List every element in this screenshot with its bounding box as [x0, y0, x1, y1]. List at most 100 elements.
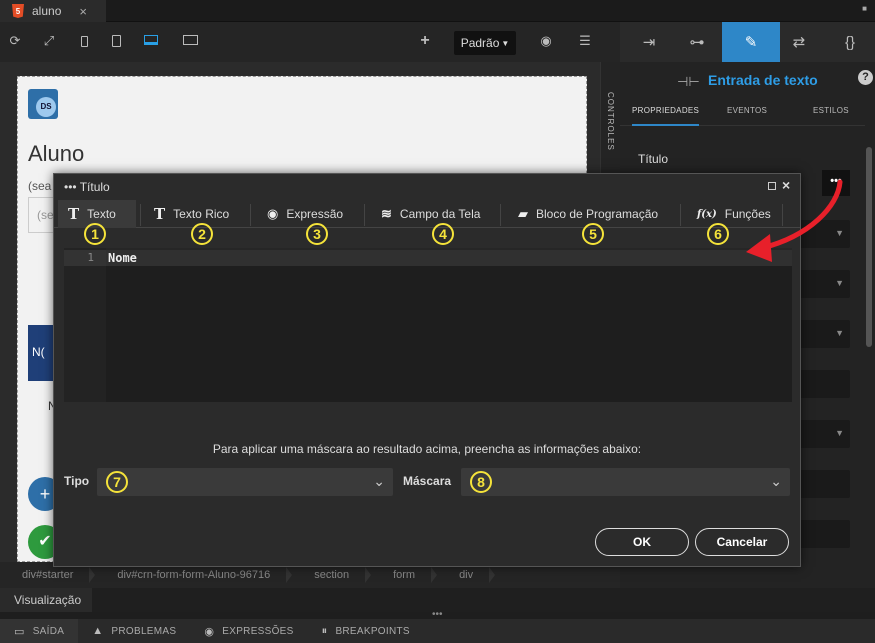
top-tab-bar: 5 aluno × ■ [0, 0, 875, 22]
editor-active-line [106, 250, 792, 266]
panel-scrollbar[interactable] [866, 147, 872, 347]
page-title[interactable]: Aluno [28, 141, 84, 167]
tab-label: Campo da Tela [399, 207, 481, 221]
add-icon[interactable]: + [418, 33, 432, 49]
panel-subtabs: PROPRIEDADES EVENTOS ESTILOS [620, 98, 865, 126]
cancel-button[interactable]: Cancelar [695, 528, 789, 556]
status-tab-saida[interactable]: ▭ SAÍDA [0, 619, 79, 643]
annotation-badge: 3 [306, 223, 328, 245]
edit-pencil-icon[interactable]: ✎ [722, 22, 780, 62]
subtab-propriedades[interactable]: PROPRIEDADES [632, 106, 700, 126]
pause-icon: ⏸ [321, 624, 328, 637]
caret-down-icon: ▼ [835, 278, 844, 288]
annotation-badge: 1 [84, 223, 106, 245]
view-tab-visualizacao[interactable]: Visualização [0, 588, 92, 612]
line-number: 1 [64, 250, 106, 266]
database-icon[interactable]: ☰ [578, 34, 592, 48]
annotation-arrow [746, 179, 843, 262]
status-label: EXPRESSÕES [222, 625, 294, 637]
panel-tabs: ⇥ ⊶ ✎ ⇄ {} [620, 22, 875, 62]
status-tab-problemas[interactable]: ▲ PROBLEMAS [78, 619, 190, 643]
annotation-badge: 5 [582, 223, 604, 245]
warning-icon: ▲ [92, 625, 104, 637]
panel-header: ⊣⊢ Entrada de texto ? [620, 62, 875, 98]
tab-separator [364, 204, 365, 226]
desktop-device-icon[interactable] [183, 35, 198, 45]
device-selector-label: Padrão [460, 36, 500, 50]
expand-icon[interactable]: ⤢ [42, 34, 56, 48]
annotation-badge: 8 [470, 471, 492, 493]
designer-toolbar: ⟳ ⤢ + Padrão ▼ ◉ ☰ [0, 22, 620, 62]
import-icon[interactable]: ⇥ [624, 22, 674, 62]
arrow-shaft [759, 179, 843, 251]
subtab-eventos[interactable]: EVENTOS [727, 106, 767, 115]
titulo-label: Título [638, 152, 669, 166]
dialog-title: ••• Título [64, 180, 110, 194]
phone-device-icon[interactable] [81, 36, 88, 47]
tipo-select[interactable]: ⌄ [97, 468, 393, 496]
tab-expressao[interactable]: ◉ Expressão [257, 200, 353, 228]
title-editor-dialog: ••• Título × T Texto T Texto Rico ◉ Expr… [53, 173, 801, 567]
tab-label: Bloco de Programação [536, 207, 659, 221]
panel-title: Entrada de texto [708, 72, 818, 88]
subtab-estilos[interactable]: ESTILOS [813, 106, 849, 115]
annotation-badge: 6 [707, 223, 729, 245]
tab-campo-da-tela[interactable]: ≋ Campo da Tela [371, 200, 490, 228]
text-t-icon: T [68, 205, 80, 223]
html5-icon: 5 [12, 4, 24, 18]
editor-content[interactable]: Nome [108, 250, 137, 266]
code-icon[interactable]: {} [825, 22, 875, 62]
mask-instructions: Para aplicar uma máscara ao resultado ac… [212, 442, 642, 456]
status-label: PROBLEMAS [111, 625, 177, 637]
component-icon[interactable]: ⇄ [774, 22, 824, 62]
function-icon: f(x) [697, 208, 717, 220]
close-icon[interactable]: × [79, 4, 87, 19]
status-bar: ▭ SAÍDA ▲ PROBLEMAS ◉ EXPRESSÕES ⏸ BREAK… [0, 619, 875, 643]
caret-down-icon: ▼ [501, 38, 510, 48]
ds-logo-text: DS [36, 97, 56, 117]
refresh-icon[interactable]: ⟳ [8, 34, 22, 48]
eye-icon: ◉ [204, 625, 215, 638]
file-tab-name: aluno [32, 4, 62, 18]
tab-separator [500, 204, 501, 226]
tab-label: Texto [87, 207, 116, 221]
text-input-icon: ⊣⊢ [677, 74, 700, 89]
ok-button[interactable]: OK [595, 528, 689, 556]
tab-separator [140, 204, 141, 226]
block-icon: ▰ [518, 206, 528, 222]
status-label: BREAKPOINTS [335, 625, 410, 637]
caret-down-icon: ▼ [835, 428, 844, 438]
file-tab-aluno[interactable]: 5 aluno × [0, 0, 106, 22]
mascara-select[interactable]: ⌄ [461, 468, 790, 496]
status-tab-expressoes[interactable]: ◉ EXPRESSÕES [190, 619, 307, 643]
ds-logo: DS [28, 89, 58, 119]
tab-label: Texto Rico [173, 207, 230, 221]
tab-texto-rico[interactable]: T Texto Rico [144, 200, 239, 228]
annotation-badge: 2 [191, 223, 213, 245]
editor-gutter: 1 [64, 248, 106, 402]
status-label: SAÍDA [32, 625, 65, 637]
tablet-device-icon[interactable] [112, 35, 121, 47]
status-tab-breakpoints[interactable]: ⏸ BREAKPOINTS [308, 619, 424, 643]
controls-label[interactable]: CONTROLES [606, 92, 615, 151]
tab-separator [250, 204, 251, 226]
editor-text-area[interactable] [106, 266, 792, 402]
chevron-down-icon: ⌄ [770, 473, 782, 489]
mascara-label: Máscara [403, 474, 452, 488]
tree-icon[interactable]: ⊶ [672, 22, 722, 62]
laptop-device-icon[interactable] [144, 35, 158, 45]
device-selector-dropdown[interactable]: Padrão ▼ [454, 31, 516, 55]
help-icon[interactable]: ? [858, 70, 873, 85]
hide-icon[interactable]: ◉ [539, 34, 553, 48]
chevron-down-icon: ⌄ [373, 473, 385, 489]
rich-text-icon: T [154, 205, 166, 223]
maximize-icon[interactable]: ■ [862, 4, 867, 13]
page-subtitle[interactable]: (sea [28, 179, 51, 193]
caret-down-icon: ▼ [835, 328, 844, 338]
tipo-label: Tipo [64, 474, 90, 488]
output-icon: ▭ [14, 625, 25, 638]
code-editor[interactable]: 1 Nome [64, 248, 792, 402]
annotation-badge: 4 [432, 223, 454, 245]
dialog-titlebar[interactable]: ••• Título × [54, 174, 800, 200]
arrow-head [746, 234, 772, 262]
